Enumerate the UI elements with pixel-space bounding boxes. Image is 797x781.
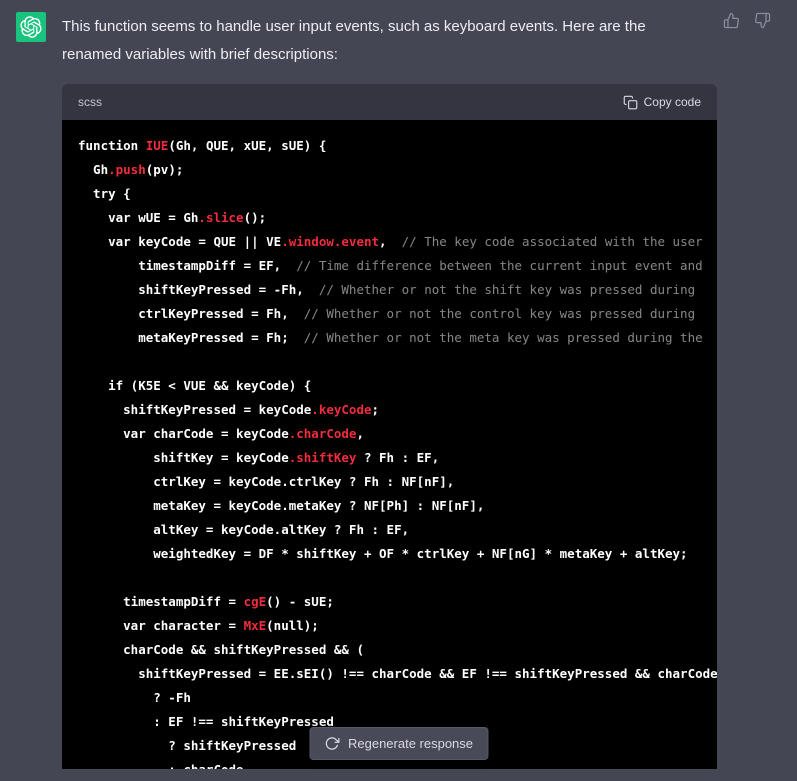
thumbs-up-icon	[723, 12, 740, 29]
code-line: ctrlKey = keyCode.ctrlKey ? Fh : NF[nF],	[78, 474, 455, 489]
code-line: charCode && shiftKeyPressed && (	[78, 642, 364, 657]
feedback-controls	[723, 12, 771, 29]
code-line: weightedKey = DF * shiftKey + OF * ctrlK…	[78, 546, 688, 561]
assistant-message-row: This function seems to handle user input…	[0, 0, 797, 781]
refresh-icon	[324, 736, 339, 751]
code-block-header: scss Copy code	[62, 84, 717, 120]
message-line: renamed variables with brief description…	[62, 46, 338, 63]
code-line: shiftKeyPressed = -Fh, // Whether or not…	[78, 282, 696, 297]
code-line: var keyCode = QUE || VE.window.event, //…	[78, 234, 703, 249]
code-language-label: scss	[78, 95, 102, 109]
code-line: shiftKeyPressed = keyCode.keyCode;	[78, 402, 380, 417]
code-line: timestampDiff = cgE() - sUE;	[78, 594, 334, 609]
code-line: function IUE(Gh, QUE, xUE, sUE) {	[78, 138, 327, 153]
openai-logo-icon	[20, 16, 42, 38]
code-line: var charCode = keyCode.charCode,	[78, 426, 364, 441]
code-line: try {	[78, 186, 131, 201]
code-line: var wUE = Gh.slice();	[78, 210, 267, 225]
thumbs-down-icon	[754, 12, 771, 29]
code-line: ctrlKeyPressed = Fh, // Whether or not t…	[78, 306, 696, 321]
code-line: var character = MxE(null);	[78, 618, 319, 633]
thumbs-down-button[interactable]	[754, 12, 771, 29]
code-line: shiftKey = keyCode.shiftKey ? Fh : EF,	[78, 450, 440, 465]
copy-code-label: Copy code	[643, 95, 701, 109]
code-line: metaKeyPressed = Fh; // Whether or not t…	[78, 330, 703, 345]
copy-code-button[interactable]: Copy code	[623, 95, 701, 110]
regenerate-response-button[interactable]: Regenerate response	[308, 727, 489, 760]
code-line: Gh.push(pv);	[78, 162, 184, 177]
code-line: timestampDiff = EF, // Time difference b…	[78, 258, 703, 273]
message-line: This function seems to handle user input…	[62, 18, 646, 35]
code-line: ? -Fh	[78, 690, 191, 705]
assistant-message-content: This function seems to handle user input…	[62, 12, 717, 769]
clipboard-icon	[623, 95, 638, 110]
code-content: function IUE(Gh, QUE, xUE, sUE) { Gh.pus…	[62, 120, 717, 769]
code-line: if (K5E < VUE && keyCode) {	[78, 378, 312, 393]
regenerate-response-label: Regenerate response	[347, 736, 474, 751]
code-line: metaKey = keyCode.metaKey ? NF[Ph] : NF[…	[78, 498, 485, 513]
code-line: shiftKeyPressed = EE.sEI() !== charCode …	[78, 666, 717, 681]
code-block: scss Copy code function IUE(Gh, QUE, xUE…	[62, 84, 717, 769]
code-line: altKey = keyCode.altKey ? Fh : EF,	[78, 522, 410, 537]
assistant-avatar	[16, 12, 46, 42]
thumbs-up-button[interactable]	[723, 12, 740, 29]
assistant-message-text: This function seems to handle user input…	[62, 13, 717, 69]
